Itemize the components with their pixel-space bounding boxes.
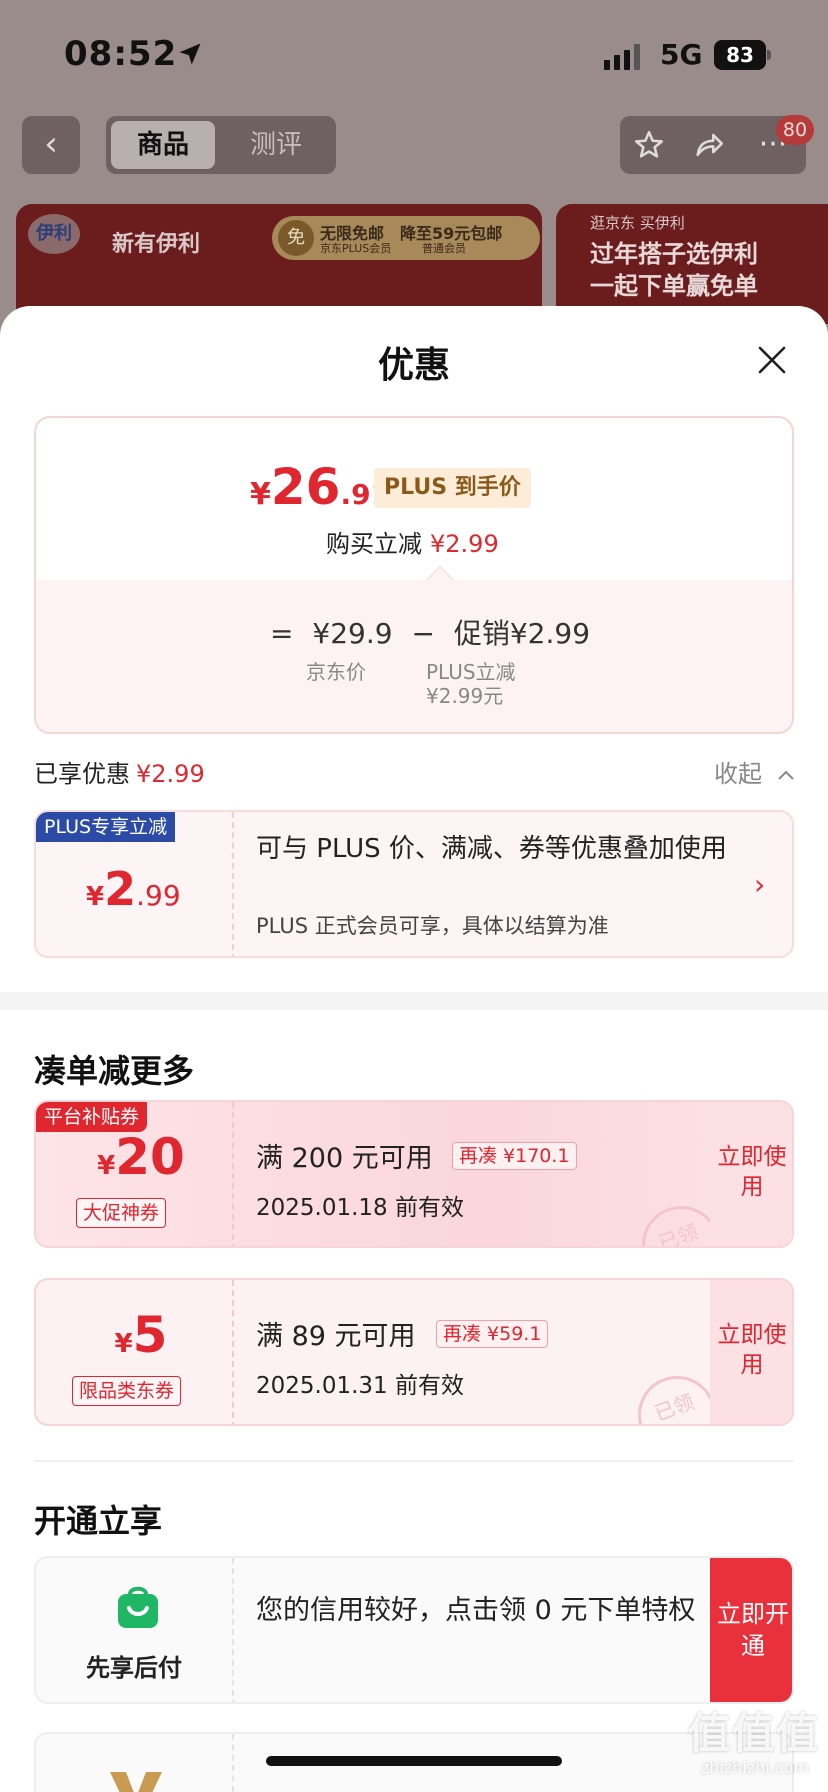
coupon-valid: 2025.01.31 前有效 <box>256 1373 464 1399</box>
coupon-condition: 满 89 元可用 <box>256 1321 416 1352</box>
plus-reduce-value: ¥2.99元 <box>426 684 504 708</box>
shopping-bag-icon <box>118 1586 158 1628</box>
plus-exclusive-tag: PLUS专享立减 <box>36 812 176 842</box>
jd-price-label: 京东价 <box>306 660 366 684</box>
product-nav-bar: ‹ 商品 测评 ··· 80 <box>0 110 828 190</box>
coupon-card: ¥5 限品类东券 满 89 元可用 再凑 ¥59.1 2025.01.31 前有… <box>34 1278 794 1426</box>
close-icon[interactable] <box>752 340 792 380</box>
buy-reduce: 购买立减 ¥2.99 <box>326 530 499 558</box>
battery-icon: 83 <box>714 40 772 70</box>
share-icon[interactable] <box>692 128 726 162</box>
plus-final-price: ¥26.91 <box>250 458 391 516</box>
collapse-toggle[interactable]: 收起 <box>714 754 796 789</box>
coupon-card: 平台补贴券 ¥20 大促神券 满 200 元可用 再凑 ¥170.1 2025.… <box>34 1100 794 1248</box>
plus-reduce-amount: ¥2.99 <box>86 862 181 916</box>
plus-card-note: PLUS 正式会员可享，具体以结算为准 <box>256 914 609 938</box>
yili-logo: 伊利 <box>28 214 80 254</box>
coupon-valid: 2025.01.18 前有效 <box>256 1195 464 1221</box>
network-type: 5G <box>660 38 703 71</box>
sheet-title: 优惠 <box>377 345 450 386</box>
coupon-kind: 大促神券 <box>76 1198 167 1228</box>
watermark-url: zhizhizhi.com <box>700 1758 810 1777</box>
battery-level: 83 <box>714 40 766 70</box>
status-bar: 08:52 5G 83 <box>0 0 828 110</box>
coupon-amount: ¥20 <box>97 1128 185 1186</box>
pay-later-label: 先享后付 <box>86 1654 182 1682</box>
section-title-more: 凑单减更多 <box>34 1052 195 1090</box>
pay-later-desc: 您的信用较好，点击领 0 元下单特权 <box>256 1595 696 1626</box>
v-logo-icon <box>110 1772 162 1792</box>
chevron-up-icon <box>777 770 794 780</box>
back-button[interactable]: ‹ <box>22 116 80 174</box>
tab-product[interactable]: 商品 <box>111 121 215 169</box>
use-coupon-button[interactable]: 立即使用 <box>710 1280 792 1424</box>
status-time: 08:52 <box>64 34 178 74</box>
discount-sheet: 优惠 ¥26.91 PLUS 到手价 购买立减 ¥2.99 = ¥29.9 − 促… <box>0 306 828 1792</box>
use-coupon-button[interactable]: 立即使用 <box>710 1102 792 1246</box>
brand-text: 新有伊利 <box>112 232 201 257</box>
plus-card-desc: 可与 PLUS 价、满减、券等优惠叠加使用 <box>256 834 727 864</box>
price-equation: = ¥29.9 − 促销¥2.99 <box>270 617 591 650</box>
open-now-button[interactable]: 立即开通 <box>710 1558 792 1702</box>
message-badge: 80 <box>776 115 814 145</box>
tab-review[interactable]: 测评 <box>224 121 328 169</box>
plus-exclusive-card[interactable]: PLUS专享立减 ¥2.99 可与 PLUS 价、满减、券等优惠叠加使用 PLU… <box>34 810 794 958</box>
coupon-more-needed: 再凑 ¥170.1 <box>452 1142 577 1170</box>
chevron-right-icon: › <box>754 868 766 901</box>
pay-later-card[interactable]: 先享后付 您的信用较好，点击领 0 元下单特权 立即开通 <box>34 1556 794 1704</box>
price-breakdown-card: ¥26.91 PLUS 到手价 购买立减 ¥2.99 = ¥29.9 − 促销¥2… <box>34 416 794 734</box>
watermark: 值值值 <box>687 1709 820 1758</box>
location-arrow-icon <box>179 43 201 65</box>
free-icon: 免 <box>278 220 314 256</box>
free-shipping-pill: 免 无限免邮 京东PLUS会员 降至59元包邮 普通会员 <box>272 216 540 260</box>
enjoyed-discount: 已享优惠 ¥2.99 <box>34 760 205 788</box>
section-title-open: 开通立享 <box>34 1502 163 1540</box>
plus-price-tag: PLUS 到手价 <box>374 468 531 508</box>
tab-segment: 商品 测评 <box>106 116 336 174</box>
coupon-kind: 限品类东券 <box>72 1376 182 1406</box>
coupon-condition: 满 200 元可用 <box>256 1143 433 1174</box>
star-icon[interactable] <box>632 128 666 162</box>
cellular-signal-icon <box>604 44 640 70</box>
coupon-more-needed: 再凑 ¥59.1 <box>436 1320 549 1348</box>
coupon-amount: ¥5 <box>114 1306 168 1364</box>
home-indicator <box>266 1756 562 1766</box>
